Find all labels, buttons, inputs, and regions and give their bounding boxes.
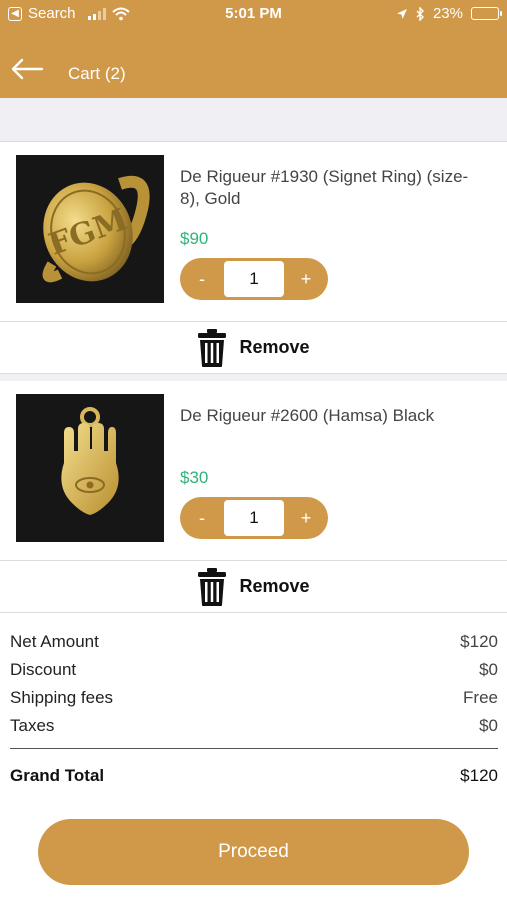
net-amount-label: Net Amount [10,632,99,651]
location-arrow-icon [396,8,407,19]
remove-label: Remove [239,337,310,357]
page-title: Cart (2) [68,64,126,83]
quantity-input[interactable] [224,261,284,297]
increase-quantity-button[interactable]: + [284,497,328,539]
hamsa-pendant-image [61,407,119,515]
shipping-value: Free [463,688,498,707]
product-image-signet-ring[interactable]: FGM [16,155,164,303]
decrease-quantity-button[interactable]: - [180,497,224,539]
remove-item-button[interactable]: Remove [0,561,507,613]
net-amount-row: Net Amount $120 [10,628,498,656]
shipping-row: Shipping fees Free [10,684,498,712]
top-spacer [0,98,507,142]
decrease-quantity-button[interactable]: - [180,258,224,300]
battery-icon [471,7,502,20]
shipping-label: Shipping fees [10,688,114,707]
bluetooth-icon [416,6,424,21]
proceed-button[interactable]: Proceed [38,819,469,885]
back-arrow-icon[interactable] [10,58,44,80]
product-name: De Rigueur #1930 (Signet Ring) (size-8),… [180,167,469,208]
product-name: De Rigueur #2600 (Hamsa) Black [180,406,435,425]
status-bar: ◀ Search 5:01 PM 23% [0,0,507,28]
quantity-stepper: - + [180,497,328,539]
taxes-row: Taxes $0 [10,712,498,740]
quantity-input[interactable] [224,500,284,536]
remove-item-button[interactable]: Remove [0,322,507,374]
summary-divider [10,748,498,749]
signet-ring-image: FGM [42,175,150,283]
discount-row: Discount $0 [10,656,498,684]
net-amount-value: $120 [460,632,498,651]
cart-item: De Rigueur #2600 (Hamsa) Black $30 - + [0,381,507,561]
product-price: $90 [180,229,209,248]
grand-total-row: Grand Total $120 [10,762,498,790]
product-price: $30 [180,468,209,487]
discount-value: $0 [479,660,498,679]
discount-label: Discount [10,660,77,679]
battery-percent: 23% [432,5,463,22]
increase-quantity-button[interactable]: + [284,258,328,300]
grand-total-label: Grand Total [10,766,105,785]
status-right: 23% [396,5,502,22]
product-image-hamsa[interactable] [16,394,164,542]
nav-bar: Cart (2) [0,28,507,98]
taxes-label: Taxes [10,716,55,735]
remove-label: Remove [239,576,310,596]
cart-item: FGM De Rigueur #1930 (Signet Ring) (size… [0,142,507,322]
trash-icon [198,328,227,367]
trash-icon [198,567,227,606]
grand-total-value: $120 [460,766,498,785]
taxes-value: $0 [479,716,498,735]
quantity-stepper: - + [180,258,328,300]
